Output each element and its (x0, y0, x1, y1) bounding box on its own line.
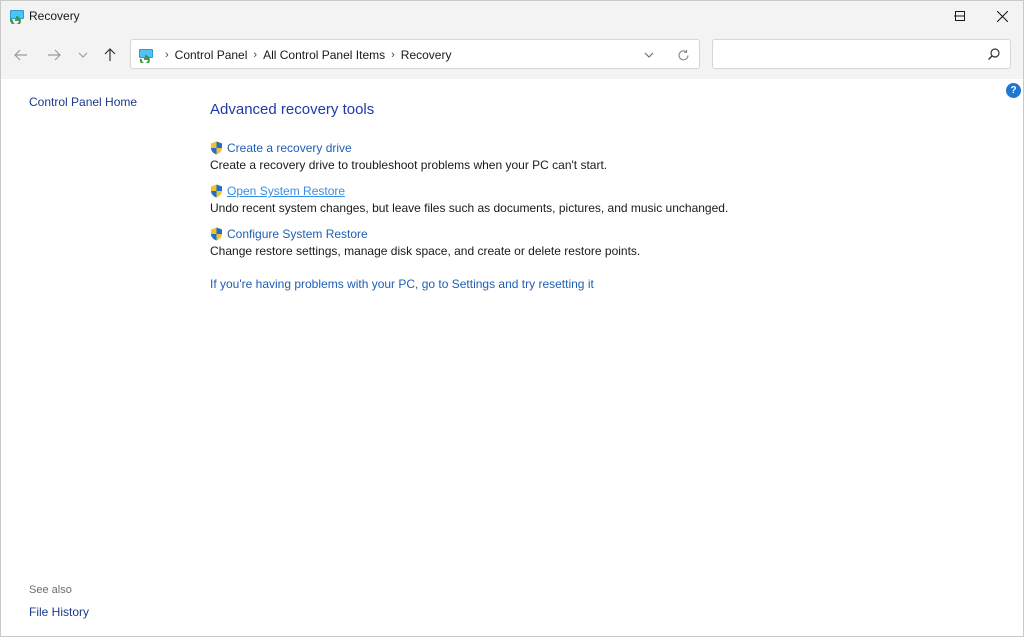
breadcrumb-separator-icon: › (253, 49, 258, 61)
refresh-button[interactable] (675, 47, 691, 63)
recovery-app-icon (10, 10, 24, 24)
help-button[interactable]: ? (1006, 83, 1021, 98)
title-bar: Recovery (1, 1, 1023, 31)
breadcrumb-all-items[interactable]: All Control Panel Items (263, 48, 385, 62)
window-title: Recovery (29, 9, 80, 23)
maximize-button[interactable] (937, 1, 983, 31)
breadcrumb: › Control Panel › All Control Panel Item… (159, 48, 451, 62)
breadcrumb-separator-icon: › (165, 49, 169, 61)
open-system-restore-description: Undo recent system changes, but leave fi… (210, 201, 729, 215)
uac-shield-icon (211, 141, 222, 155)
recent-locations-button[interactable] (71, 43, 95, 67)
maximize-icon (955, 11, 965, 21)
control-panel-home-link[interactable]: Control Panel Home (29, 95, 137, 109)
recovery-window: Recovery › Control Panel › All Control P… (0, 0, 1024, 637)
uac-shield-icon (211, 184, 222, 198)
arrow-up-icon (104, 48, 116, 61)
arrow-right-icon (48, 49, 61, 61)
chevron-down-icon (644, 52, 654, 58)
minimize-button-2[interactable] (895, 1, 941, 31)
reset-pc-link[interactable]: If you're having problems with your PC, … (210, 277, 594, 291)
see-also-label: See also (29, 584, 72, 596)
control-panel-icon (139, 49, 153, 63)
file-history-link[interactable]: File History (29, 605, 89, 619)
open-system-restore-link[interactable]: Open System Restore (227, 184, 345, 198)
recovery-item-configure-system-restore: Configure System Restore Change restore … (210, 226, 640, 258)
forward-button[interactable] (42, 43, 66, 67)
breadcrumb-recovery[interactable]: Recovery (401, 48, 452, 62)
navigation-bar: › Control Panel › All Control Panel Item… (1, 31, 1023, 79)
breadcrumb-control-panel[interactable]: Control Panel (175, 48, 248, 62)
chevron-down-icon (78, 52, 88, 58)
breadcrumb-separator-icon: › (391, 49, 395, 61)
search-input[interactable] (719, 45, 983, 65)
uac-shield-icon (211, 227, 222, 241)
recovery-item-open-system-restore: Open System Restore Undo recent system c… (210, 183, 728, 215)
recovery-item-create-drive: Create a recovery drive Create a recover… (210, 140, 607, 172)
search-icon[interactable] (987, 47, 1001, 61)
close-button[interactable] (979, 1, 1024, 31)
close-icon (996, 10, 1008, 22)
up-button[interactable] (98, 43, 122, 67)
create-recovery-drive-link[interactable]: Create a recovery drive (227, 141, 352, 155)
help-icon: ? (1010, 85, 1017, 96)
refresh-icon (677, 49, 689, 60)
search-box[interactable] (712, 39, 1011, 69)
page-title: Advanced recovery tools (210, 101, 375, 118)
back-button[interactable] (9, 43, 33, 67)
address-bar[interactable]: › Control Panel › All Control Panel Item… (130, 39, 700, 69)
configure-system-restore-description: Change restore settings, manage disk spa… (210, 244, 641, 258)
create-recovery-drive-description: Create a recovery drive to troubleshoot … (210, 158, 608, 172)
configure-system-restore-link[interactable]: Configure System Restore (227, 227, 368, 241)
arrow-left-icon (14, 49, 27, 61)
address-dropdown-button[interactable] (641, 47, 657, 63)
